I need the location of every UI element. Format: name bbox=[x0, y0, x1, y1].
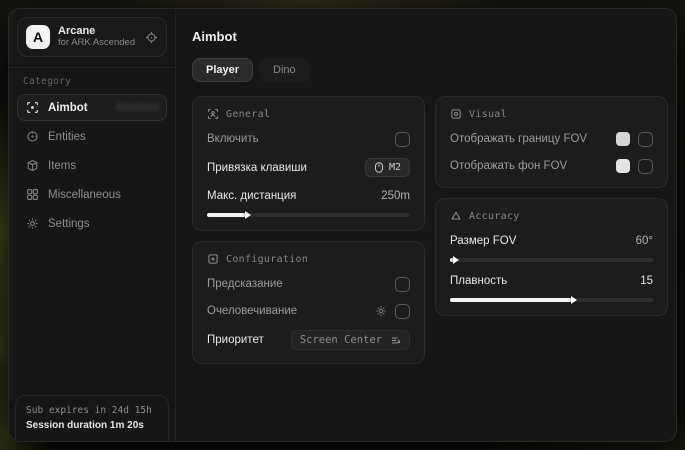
list-select-icon bbox=[390, 335, 401, 346]
fov-bg-color-swatch[interactable] bbox=[616, 159, 630, 173]
keybind-value: M2 bbox=[389, 162, 401, 173]
humanize-row: Очеловечивание bbox=[207, 303, 410, 319]
fov-bg-row: Отображать фон FOV bbox=[450, 158, 653, 174]
session-duration-text: Session duration 1m 20s bbox=[26, 420, 158, 431]
app-name: Arcane bbox=[58, 25, 137, 38]
page-title: Aimbot bbox=[192, 29, 668, 44]
app-logo: A bbox=[26, 25, 50, 49]
category-label: Category bbox=[23, 76, 161, 87]
max-distance-value: 250m bbox=[381, 190, 410, 202]
priority-value: Screen Center bbox=[300, 334, 382, 346]
aimbot-watermark: Aimbot bbox=[115, 99, 160, 114]
sidebar-item-label: Items bbox=[48, 160, 76, 172]
max-distance-label: Макс. дистанция bbox=[207, 190, 296, 202]
priority-row: Приоритет Screen Center bbox=[207, 330, 410, 350]
sidebar-item-label: Entities bbox=[48, 131, 86, 143]
sidebar-item-aimbot[interactable]: Aimbot Aimbot bbox=[17, 94, 167, 121]
eye-frame-icon bbox=[450, 108, 462, 120]
main-content: Aimbot Player Dino General Включить bbox=[176, 9, 677, 441]
target-icon[interactable] bbox=[145, 31, 158, 44]
fov-border-color-swatch[interactable] bbox=[616, 132, 630, 146]
smoothness-value: 15 bbox=[640, 275, 653, 287]
app-subtitle: for ARK Ascended bbox=[58, 38, 137, 49]
section-title: Accuracy bbox=[469, 211, 520, 222]
accuracy-card: Accuracy Размер FOV 60° Плавность 15 bbox=[435, 198, 668, 316]
tab-dino[interactable]: Dino bbox=[259, 58, 310, 82]
triangle-icon bbox=[450, 210, 462, 222]
priority-label: Приоритет bbox=[207, 334, 264, 346]
max-distance-slider[interactable] bbox=[207, 213, 410, 217]
smoothness-slider[interactable] bbox=[450, 298, 653, 302]
fov-border-row: Отображать границу FOV bbox=[450, 131, 653, 147]
smoothness-row: Плавность 15 bbox=[450, 273, 653, 289]
slider-thumb[interactable] bbox=[571, 296, 577, 304]
config-box-icon bbox=[207, 253, 219, 265]
sidebar-item-entities[interactable]: Entities bbox=[17, 123, 167, 150]
sidebar-item-miscellaneous[interactable]: Miscellaneous bbox=[17, 181, 167, 208]
keybind-button[interactable]: M2 bbox=[365, 158, 410, 177]
visual-card: Visual Отображать границу FOV Отображать… bbox=[435, 96, 668, 188]
sidebar-item-label: Aimbot bbox=[48, 102, 88, 114]
sidebar-nav: Aimbot Aimbot Entities Items Miscellane bbox=[17, 94, 167, 237]
prediction-checkbox[interactable] bbox=[395, 277, 410, 292]
max-distance-row: Макс. дистанция 250m bbox=[207, 188, 410, 204]
humanize-label: Очеловечивание bbox=[207, 305, 297, 317]
general-card: General Включить Привязка клавиши M2 bbox=[192, 96, 425, 231]
sidebar-item-label: Settings bbox=[48, 218, 90, 230]
humanize-settings-gear-icon[interactable] bbox=[375, 305, 387, 317]
section-title: Visual bbox=[469, 109, 507, 120]
box-icon bbox=[26, 159, 39, 172]
prediction-row: Предсказание bbox=[207, 276, 410, 292]
session-info-card: Sub expires in 24d 15h Session duration … bbox=[15, 395, 169, 441]
fov-border-checkbox[interactable] bbox=[638, 132, 653, 147]
enable-row: Включить bbox=[207, 131, 410, 147]
logo-card: A Arcane for ARK Ascended bbox=[17, 17, 167, 57]
focus-icon bbox=[207, 108, 219, 120]
humanize-checkbox[interactable] bbox=[395, 304, 410, 319]
fov-size-slider[interactable] bbox=[450, 258, 653, 262]
gear-icon bbox=[26, 217, 39, 230]
fov-size-label: Размер FOV bbox=[450, 235, 516, 247]
keybind-row: Привязка клавиши M2 bbox=[207, 158, 410, 177]
prediction-label: Предсказание bbox=[207, 278, 283, 290]
section-title: General bbox=[226, 109, 270, 120]
slider-thumb[interactable] bbox=[245, 211, 251, 219]
keybind-label: Привязка клавиши bbox=[207, 162, 307, 174]
configuration-card: Configuration Предсказание Очеловечивани… bbox=[192, 241, 425, 364]
app-window: A Arcane for ARK Ascended Category Aimbo… bbox=[8, 8, 677, 442]
sidebar-item-label: Miscellaneous bbox=[48, 189, 121, 201]
mouse-icon bbox=[374, 162, 384, 173]
fov-border-label: Отображать границу FOV bbox=[450, 133, 587, 145]
smoothness-label: Плавность bbox=[450, 275, 507, 287]
logo-letter: A bbox=[33, 29, 43, 45]
enable-checkbox[interactable] bbox=[395, 132, 410, 147]
sidebar-item-settings[interactable]: Settings bbox=[17, 210, 167, 237]
tab-player[interactable]: Player bbox=[192, 58, 253, 82]
crosshair-icon bbox=[26, 101, 39, 114]
tab-bar: Player Dino bbox=[192, 58, 668, 82]
grid-icon bbox=[26, 188, 39, 201]
fov-bg-checkbox[interactable] bbox=[638, 159, 653, 174]
priority-dropdown[interactable]: Screen Center bbox=[291, 330, 410, 350]
sidebar-item-items[interactable]: Items bbox=[17, 152, 167, 179]
fov-size-row: Размер FOV 60° bbox=[450, 233, 653, 249]
sub-expires-text: Sub expires in 24d 15h bbox=[26, 405, 158, 416]
radar-icon bbox=[26, 130, 39, 143]
divider bbox=[9, 67, 175, 68]
section-title: Configuration bbox=[226, 254, 308, 265]
sidebar: A Arcane for ARK Ascended Category Aimbo… bbox=[9, 9, 176, 441]
enable-label: Включить bbox=[207, 133, 259, 145]
fov-bg-label: Отображать фон FOV bbox=[450, 160, 567, 172]
fov-size-value: 60° bbox=[636, 235, 653, 247]
slider-thumb[interactable] bbox=[453, 256, 459, 264]
